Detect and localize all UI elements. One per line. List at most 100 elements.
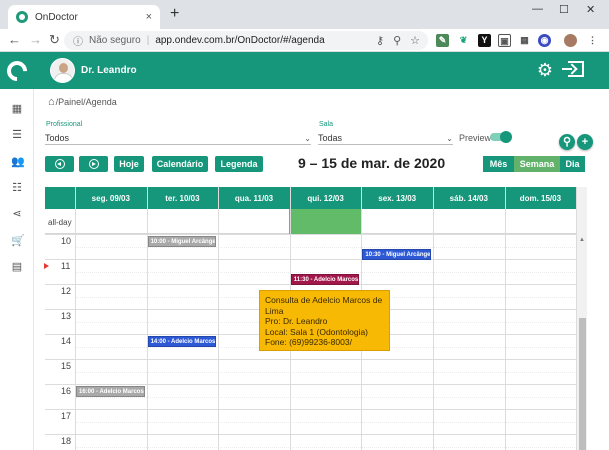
settings-gear-icon[interactable]: ⚙ bbox=[537, 60, 553, 80]
list-icon[interactable]: ☰ bbox=[11, 129, 23, 141]
chevron-down-icon: ⌄ bbox=[304, 133, 311, 143]
hour-line bbox=[45, 234, 577, 235]
column-divider bbox=[75, 187, 76, 450]
search-icon: ⚲ bbox=[562, 136, 572, 148]
view-day-button[interactable]: Dia bbox=[560, 156, 585, 172]
browser-tabstrip: OnDoctor × + — ☐ ✕ bbox=[0, 0, 609, 29]
day-header[interactable]: qua. 11/03 bbox=[218, 187, 290, 209]
view-week-button[interactable]: Semana bbox=[514, 156, 560, 172]
tab-close-icon[interactable]: × bbox=[146, 11, 152, 23]
prev-week-button[interactable] bbox=[45, 156, 74, 172]
arrow-left-circle-icon bbox=[54, 159, 65, 169]
list-alt-icon[interactable]: ☷ bbox=[11, 182, 23, 194]
column-divider bbox=[218, 187, 220, 450]
day-header[interactable]: seg. 09/03 bbox=[75, 187, 147, 209]
today-button[interactable]: Hoje bbox=[114, 156, 144, 172]
add-button[interactable]: + bbox=[577, 134, 593, 150]
forward-arrow-icon[interactable]: → bbox=[29, 32, 42, 48]
profile-avatar-icon[interactable] bbox=[564, 34, 577, 47]
sala-select[interactable]: Todas ⌄ bbox=[318, 132, 453, 145]
day-header[interactable]: dom. 15/03 bbox=[505, 187, 577, 209]
omnibox-actions: ⚷ ⚲ ☆ bbox=[376, 34, 420, 47]
window-minimize-button[interactable]: — bbox=[532, 3, 543, 15]
breadcrumb-path[interactable]: /Painel/Agenda bbox=[56, 97, 117, 107]
address-bar[interactable]: ⓘ Não seguro | app.ondev.com.br/OnDoctor… bbox=[64, 31, 428, 50]
hour-label: 18 bbox=[61, 436, 72, 446]
legend-button[interactable]: Legenda bbox=[215, 156, 263, 172]
new-tab-button[interactable]: + bbox=[170, 5, 179, 23]
document-icon[interactable]: ▤ bbox=[11, 261, 23, 273]
url-text[interactable]: app.ondev.com.br/OnDoctor/#/agenda bbox=[155, 35, 324, 46]
browser-menu-icon[interactable]: ⋮ bbox=[586, 34, 599, 47]
extension-edit-icon[interactable]: ✎ bbox=[436, 34, 449, 47]
window-close-button[interactable]: ✕ bbox=[586, 3, 595, 16]
people-icon[interactable]: 👥 bbox=[11, 156, 25, 168]
calendar-button[interactable]: Calendário bbox=[152, 156, 208, 172]
calendar-title: 9 – 15 de mar. de 2020 bbox=[298, 155, 446, 171]
calendar-event[interactable]: 16:00 - Adelcio Marcos de Lima bbox=[76, 386, 145, 397]
cart-icon[interactable]: 🛒 bbox=[11, 235, 25, 247]
chevron-down-icon: ⌄ bbox=[446, 133, 453, 143]
current-time-marker bbox=[44, 263, 49, 269]
tooltip-professional: Pro: Dr. Leandro bbox=[265, 316, 328, 326]
hour-label: 15 bbox=[61, 361, 72, 371]
extension-capture-icon[interactable]: ▣ bbox=[498, 34, 511, 47]
event-tooltip: Consulta de Adelcio Marcos de Lima Pro: … bbox=[259, 290, 390, 351]
tooltip-location: Local: Sala 1 (Odontologia) bbox=[265, 326, 369, 337]
view-month-button[interactable]: Mês bbox=[483, 156, 514, 172]
hour-line bbox=[45, 409, 577, 410]
info-icon[interactable]: ⓘ bbox=[73, 33, 83, 48]
dashboard-icon[interactable]: ▦ bbox=[11, 103, 23, 115]
hour-label: 13 bbox=[61, 311, 72, 321]
tooltip-phone: Fone: (69)99236-8003/ bbox=[265, 337, 352, 347]
plus-icon: + bbox=[581, 136, 589, 148]
insecure-label: Não seguro bbox=[89, 35, 141, 46]
calendar-event[interactable]: 10:30 - Miguel Arcângelo bbox=[362, 248, 431, 260]
next-week-button[interactable] bbox=[79, 156, 108, 172]
key-icon[interactable]: ⚷ bbox=[376, 34, 384, 47]
bookmark-star-icon[interactable]: ☆ bbox=[410, 34, 420, 47]
profissional-select[interactable]: Todos ⌄ bbox=[45, 132, 311, 145]
half-hour-line bbox=[75, 271, 577, 273]
avatar-body bbox=[54, 73, 73, 82]
half-hour-line bbox=[75, 421, 577, 423]
day-header[interactable]: sáb. 14/03 bbox=[433, 187, 505, 209]
day-header[interactable]: qui. 12/03 bbox=[290, 187, 362, 209]
extension-grid-icon[interactable]: ▦ bbox=[518, 34, 531, 47]
calendar-event[interactable]: 14:00 - Adelcio Marcos de Lima bbox=[147, 336, 217, 347]
day-header[interactable]: ter. 10/03 bbox=[147, 187, 219, 209]
window-maximize-button[interactable]: ☐ bbox=[559, 3, 569, 16]
zoom-icon[interactable]: ⚲ bbox=[393, 34, 401, 47]
extension-leaf-icon[interactable]: ❦ bbox=[457, 34, 470, 47]
day-header[interactable]: sex. 13/03 bbox=[361, 187, 433, 209]
extension-y-icon[interactable]: Y bbox=[478, 34, 491, 47]
view-switcher: Mês Semana Dia bbox=[483, 156, 585, 172]
browser-tab[interactable]: OnDoctor × bbox=[8, 5, 160, 29]
scrollbar-thumb[interactable] bbox=[579, 318, 586, 450]
sidebar: ▦ ☰ 👥 ☷ ⋖ 🛒 ▤ bbox=[0, 52, 34, 450]
preview-toggle[interactable] bbox=[490, 131, 512, 143]
calendar-event[interactable]: 10:00 - Miguel Arcângelo bbox=[147, 236, 217, 247]
app-header: Dr. Leandro ⚙ bbox=[34, 52, 609, 89]
calendar-header-row: seg. 09/03 ter. 10/03 qua. 11/03 qui. 12/03… bbox=[45, 187, 577, 209]
column-divider bbox=[433, 187, 434, 450]
scroll-up-arrow-icon[interactable]: ▲ bbox=[579, 237, 585, 243]
logout-icon[interactable] bbox=[562, 61, 584, 77]
calendar-event[interactable]: 11:30 - Adelcio Marcos de Lima bbox=[290, 273, 360, 285]
extension-globe-icon[interactable]: ◉ bbox=[538, 34, 551, 47]
ondoctor-logo[interactable] bbox=[0, 52, 34, 89]
doctor-avatar[interactable] bbox=[50, 58, 75, 83]
hour-label: 16 bbox=[61, 386, 72, 396]
hour-line bbox=[45, 434, 577, 435]
sala-value: Todas bbox=[318, 133, 343, 143]
share-icon[interactable]: ⋖ bbox=[11, 208, 23, 220]
ondoctor-favicon-icon bbox=[16, 11, 28, 23]
home-icon[interactable]: ⌂ bbox=[48, 96, 55, 108]
reload-icon[interactable]: ↻ bbox=[49, 32, 60, 48]
breadcrumb: ⌂ /Painel/Agenda bbox=[48, 96, 117, 108]
sala-label: Sala bbox=[319, 121, 334, 128]
half-hour-line bbox=[75, 446, 577, 448]
back-arrow-icon[interactable]: ← bbox=[8, 32, 21, 48]
tab-title: OnDoctor bbox=[35, 11, 78, 23]
search-button[interactable]: ⚲ bbox=[559, 134, 575, 150]
